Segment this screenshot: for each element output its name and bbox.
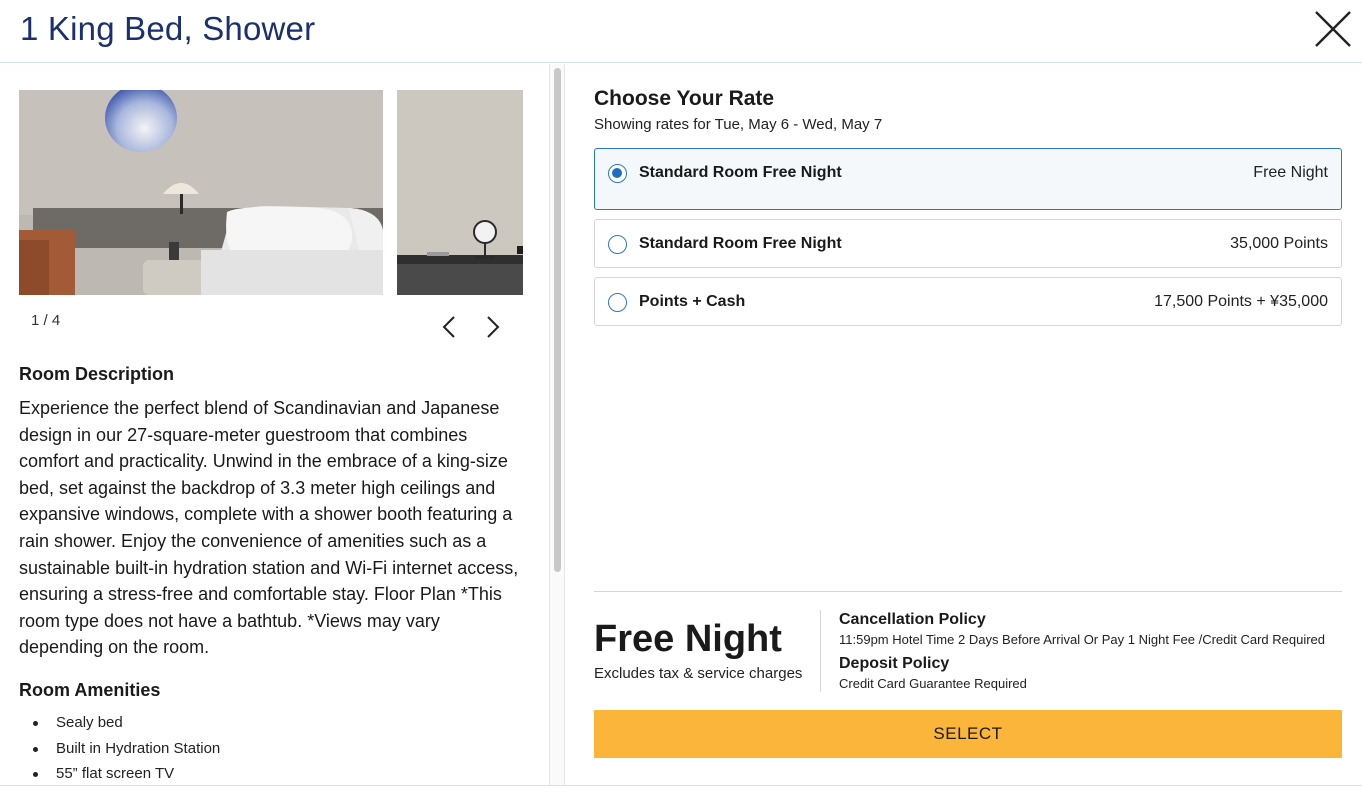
amenities-list: Sealy bed Built in Hydration Station 55”… [31, 712, 220, 785]
rate-option-name: Standard Room Free Night [639, 164, 842, 181]
amenity-label: 55” flat screen TV [56, 765, 175, 782]
close-icon [1315, 11, 1351, 47]
photo-counter: 1 / 4 [31, 312, 61, 329]
price-note: Excludes tax & service charges [594, 665, 803, 682]
rate-option-standard-free-night[interactable]: Standard Room Free Night Free Night [594, 148, 1342, 210]
bullet-icon [33, 772, 38, 777]
room-amenities-heading: Room Amenities [19, 680, 161, 700]
selected-price: Free Night [594, 618, 782, 660]
room-photo-next[interactable] [397, 90, 523, 295]
rate-option-name: Standard Room Free Night [639, 235, 842, 252]
rate-option-price: Free Night [1253, 164, 1328, 181]
rate-option-price: 35,000 Points [1230, 235, 1328, 252]
room-info-panel: 1 / 4 Room Description Experience the pe… [0, 64, 550, 785]
rate-dates: Showing rates for Tue, May 6 - Wed, May … [594, 116, 883, 133]
modal-header: 1 King Bed, Shower [0, 0, 1362, 63]
room-photo-main[interactable] [19, 90, 383, 295]
room-details-modal: 1 King Bed, Shower 1 / 4 Room Descriptio… [0, 0, 1362, 797]
left-panel-scrollbar[interactable] [549, 64, 565, 785]
deposit-policy-heading: Deposit Policy [839, 655, 950, 672]
rate-option-price: 17,500 Points + ¥35,000 [1154, 293, 1328, 310]
list-item: 55” flat screen TV [31, 763, 220, 785]
bullet-icon [33, 721, 38, 726]
chevron-left-icon [442, 316, 455, 338]
bullet-icon [33, 746, 38, 752]
close-button[interactable] [1312, 8, 1354, 50]
radio-button[interactable] [608, 235, 627, 254]
rate-option-points-cash[interactable]: Points + Cash 17,500 Points + ¥35,000 [594, 277, 1342, 326]
scrollbar-thumb[interactable] [554, 68, 561, 572]
room-description-text: Experience the perfect blend of Scandina… [19, 398, 519, 658]
previous-photo-button[interactable] [439, 314, 461, 340]
select-button[interactable]: SELECT [594, 710, 1342, 758]
radio-button[interactable] [608, 293, 627, 312]
vertical-divider [820, 610, 821, 692]
next-photo-button[interactable] [482, 314, 504, 340]
room-title: 1 King Bed, Shower [20, 10, 316, 47]
list-item: Built in Hydration Station [31, 738, 220, 764]
rate-option-standard-points[interactable]: Standard Room Free Night 35,000 Points [594, 219, 1342, 268]
amenity-label: Sealy bed [56, 714, 123, 731]
rate-option-name: Points + Cash [639, 293, 746, 310]
amenity-label: Built in Hydration Station [56, 739, 221, 757]
rate-panel: Choose Your Rate Showing rates for Tue, … [566, 64, 1362, 785]
choose-rate-heading: Choose Your Rate [594, 87, 775, 110]
deposit-policy-text: Credit Card Guarantee Required [839, 676, 1027, 691]
chevron-right-icon [487, 316, 500, 338]
radio-button[interactable] [608, 164, 627, 183]
list-item: Sealy bed [31, 712, 220, 738]
cancellation-policy-heading: Cancellation Policy [839, 611, 986, 628]
summary-divider [594, 591, 1342, 592]
cancellation-policy-text: 11:59pm Hotel Time 2 Days Before Arrival… [839, 632, 1326, 647]
room-description-heading: Room Description [19, 364, 175, 384]
modal-bottom-border [0, 785, 1362, 786]
